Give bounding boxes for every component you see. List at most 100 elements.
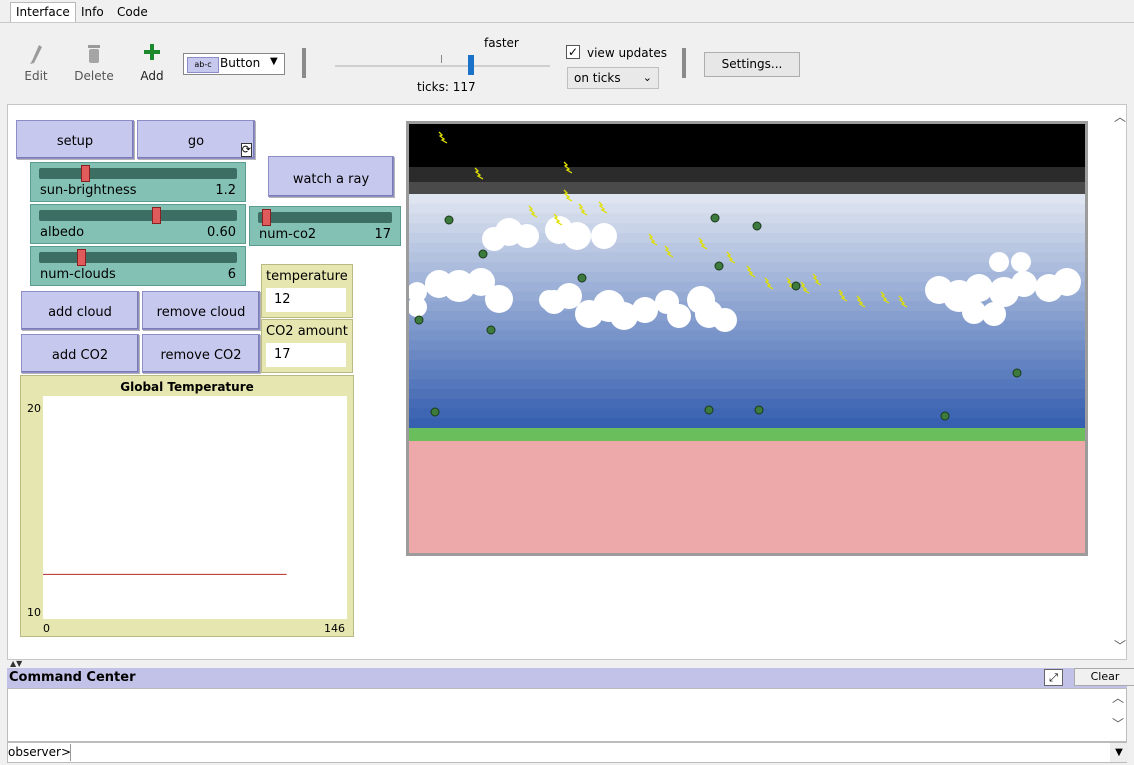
slider-value: 17: [374, 227, 391, 242]
cloud: [713, 308, 737, 332]
scroll-up-icon[interactable]: ︿: [1112, 689, 1124, 706]
slider-thumb[interactable]: [261, 209, 271, 226]
remove-co2-button[interactable]: remove CO2: [142, 334, 260, 373]
speed-tick: [441, 55, 442, 63]
tab-bar: Interface Info Code: [0, 0, 1134, 23]
x-tick-label: 146: [324, 622, 345, 635]
go-label: go: [187, 134, 205, 149]
chevron-down-icon: ▼: [270, 56, 278, 67]
co2-molecule: [444, 215, 454, 225]
slider-value: 1.2: [215, 183, 236, 198]
speed-label: faster: [484, 36, 519, 50]
scroll-down-icon[interactable]: ﹀: [1112, 715, 1124, 732]
slider-label: sun-brightness: [40, 183, 137, 198]
co2-molecule: [430, 407, 440, 417]
settings-button[interactable]: Settings...: [704, 52, 800, 77]
cloud: [1011, 271, 1037, 297]
watch-a-ray-button[interactable]: watch a ray: [268, 156, 394, 197]
grass-band: [409, 428, 1085, 441]
cloud: [539, 290, 559, 310]
expand-icon[interactable]: ⤢: [1044, 669, 1063, 686]
slider-thumb[interactable]: [80, 165, 90, 182]
slider-value: 6: [227, 267, 236, 282]
slider-label: num-clouds: [40, 267, 116, 282]
update-mode-select[interactable]: on ticks ⌄: [567, 67, 659, 89]
cloud: [982, 302, 1006, 326]
world-view[interactable]: [406, 121, 1088, 556]
cloud: [515, 224, 539, 248]
widget-type-label: Button: [220, 56, 261, 70]
num-co2-slider[interactable]: num-co2 17: [249, 206, 401, 246]
tab-code[interactable]: Code: [111, 2, 154, 22]
cloud: [563, 222, 591, 250]
slider-track: [39, 210, 237, 221]
tab-interface[interactable]: Interface: [10, 2, 76, 22]
split-pane-arrows[interactable]: ▲▼: [10, 659, 22, 668]
co2-molecule: [752, 221, 762, 231]
temperature-monitor: temperature 12: [261, 264, 353, 318]
setup-button[interactable]: setup: [16, 120, 134, 159]
delete-button[interactable]: Delete: [74, 41, 114, 83]
edit-label: Edit: [24, 69, 48, 83]
command-input[interactable]: [70, 744, 1117, 761]
tab-info[interactable]: Info: [75, 2, 110, 22]
cloud: [667, 304, 691, 328]
add-co2-button[interactable]: add CO2: [21, 334, 139, 373]
co2-molecule: [714, 261, 724, 271]
plot-title: Global Temperature: [120, 380, 254, 394]
slider-track: [39, 168, 237, 179]
y-tick-label: 20: [27, 402, 41, 415]
observer-prompt: observer>: [8, 745, 71, 759]
chevron-down-icon: ⌄: [642, 71, 652, 84]
co2-molecule: [414, 315, 424, 325]
world-canvas: [409, 124, 1085, 553]
cloud: [485, 285, 513, 313]
slider-thumb[interactable]: [76, 249, 86, 266]
add-cloud-button[interactable]: add cloud: [21, 291, 139, 330]
scroll-up-icon[interactable]: ︿: [1114, 108, 1126, 125]
plot-canvas: Global Temperature 20 10 0 146: [27, 380, 347, 635]
scroll-down-icon[interactable]: ﹀: [1114, 637, 1126, 654]
co2-molecule: [791, 281, 801, 291]
toolbar-separator: [682, 48, 686, 78]
forever-icon: ⟳: [240, 143, 252, 157]
vertical-scrollbar[interactable]: ︿ ﹀: [1112, 105, 1127, 659]
monitor-label: CO2 amount: [266, 324, 348, 339]
trash-icon: [88, 45, 100, 63]
command-center-title: Command Center: [9, 670, 136, 685]
sun-brightness-slider[interactable]: sun-brightness 1.2: [30, 162, 246, 202]
slider-thumb[interactable]: [152, 207, 162, 224]
delete-label: Delete: [74, 69, 114, 83]
add-button[interactable]: Add: [132, 41, 172, 83]
num-clouds-slider[interactable]: num-clouds 6: [30, 246, 246, 286]
speed-slider[interactable]: [335, 55, 550, 75]
update-mode-value: on ticks: [574, 71, 621, 85]
view-updates-checkbox[interactable]: ✓: [566, 45, 580, 59]
co2-molecule: [710, 213, 720, 223]
co2-molecule: [486, 325, 496, 335]
edit-button[interactable]: Edit: [16, 41, 56, 83]
y-tick-label: 10: [27, 606, 41, 619]
slider-track: [258, 212, 392, 223]
plot-area: [43, 396, 347, 619]
cloud: [1053, 268, 1081, 296]
go-button[interactable]: go ⟳: [137, 120, 255, 159]
speed-slider-thumb[interactable]: [468, 55, 475, 75]
cloud: [591, 223, 617, 249]
ticks-counter: ticks: 117: [417, 80, 476, 94]
view-updates-label: view updates: [587, 46, 667, 60]
albedo-slider[interactable]: albedo 0.60: [30, 204, 246, 244]
command-center-header: Command Center ⤢ Clear: [7, 668, 1134, 688]
button-widget-icon: ab-c: [187, 57, 219, 73]
clear-button[interactable]: Clear: [1074, 668, 1134, 686]
slider-track: [39, 252, 237, 263]
monitor-label: temperature: [266, 269, 348, 284]
co2-molecule: [704, 405, 714, 415]
cloud: [1011, 252, 1031, 272]
x-tick-label: 0: [43, 622, 50, 635]
widget-type-select[interactable]: ab-c Button ▼: [183, 53, 285, 75]
toolbar: Edit Delete Add ab-c Button ▼ faster tic…: [0, 23, 1134, 101]
remove-cloud-button[interactable]: remove cloud: [142, 291, 260, 330]
chevron-down-icon[interactable]: ▼: [1110, 743, 1128, 762]
cloud: [989, 252, 1009, 272]
